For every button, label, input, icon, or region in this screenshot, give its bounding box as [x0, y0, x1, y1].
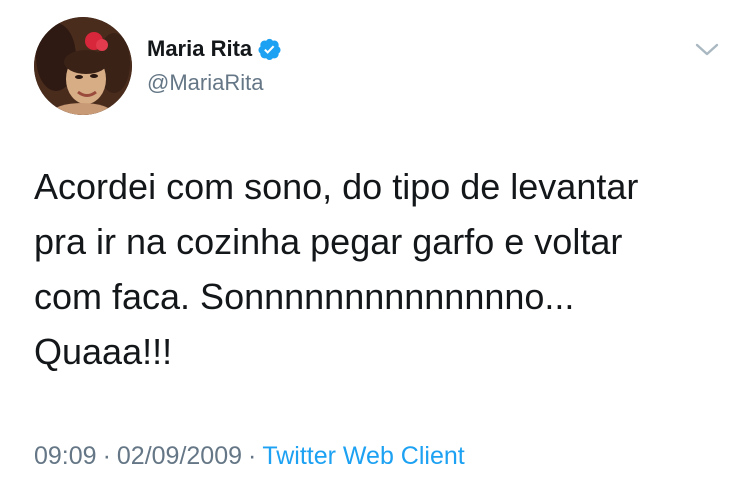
- tweet-text: Acordei com sono, do tipo de levantar pr…: [34, 159, 724, 379]
- avatar-image: [34, 17, 132, 115]
- tweet-client-link[interactable]: Twitter Web Client: [262, 442, 464, 470]
- verified-badge-icon: [258, 38, 281, 60]
- tweet-text-line: pra ir na cozinha pegar garfo e voltar: [34, 221, 623, 262]
- meta-separator: ·: [248, 442, 257, 470]
- tweet-text-line: com faca. Sonnnnnnnnnnnnnno...: [34, 276, 575, 317]
- tweet-date[interactable]: 02/09/2009: [117, 442, 242, 470]
- author-handle[interactable]: @MariaRita: [147, 70, 263, 96]
- author-name-row[interactable]: Maria Rita: [147, 36, 281, 62]
- author-display-name[interactable]: Maria Rita: [147, 36, 252, 62]
- tweet-meta: 09:09 · 02/09/2009 · Twitter Web Client: [34, 441, 465, 471]
- chevron-down-icon[interactable]: [693, 38, 721, 60]
- meta-separator: ·: [102, 442, 111, 470]
- tweet-text-line: Quaaa!!!: [34, 331, 173, 372]
- avatar[interactable]: [34, 17, 132, 115]
- tweet-time[interactable]: 09:09: [34, 442, 97, 470]
- tweet-card: Maria Rita @MariaRita Acordei com sono, …: [0, 0, 750, 483]
- tweet-text-line: Acordei com sono, do tipo de levantar: [34, 166, 639, 207]
